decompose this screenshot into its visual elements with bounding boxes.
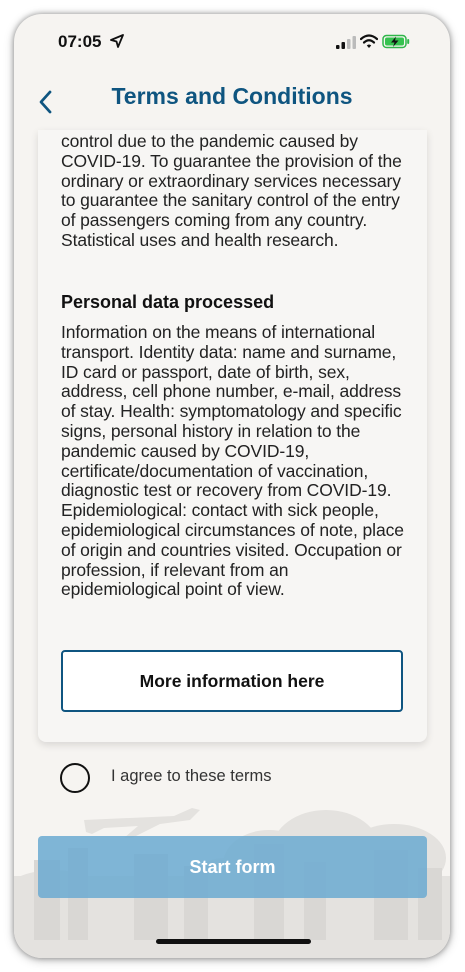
purpose-paragraph: control due to the pandemic caused by CO… <box>61 131 402 250</box>
terms-content-card[interactable]: control due to the pandemic caused by CO… <box>38 130 427 742</box>
personal-data-paragraph: Information on the means of internationa… <box>61 322 404 600</box>
more-information-button[interactable]: More information here <box>61 650 403 712</box>
start-form-button[interactable]: Start form <box>38 836 427 898</box>
agree-radio-button[interactable] <box>60 763 90 793</box>
status-bar: 07:05 <box>14 14 450 70</box>
battery-charging-icon <box>382 34 410 49</box>
personal-data-heading: Personal data processed <box>61 292 275 312</box>
page-title: Terms and Conditions <box>111 83 353 109</box>
signal-icon <box>336 36 356 49</box>
agree-terms-row[interactable]: I agree to these terms <box>60 763 360 793</box>
location-arrow-icon <box>110 34 124 48</box>
status-time: 07:05 <box>58 32 102 51</box>
header: Terms and Conditions <box>14 74 450 130</box>
home-indicator[interactable] <box>156 939 311 944</box>
phone-screen: 07:05 Terms and Conditions control due t… <box>14 14 450 958</box>
agree-terms-label[interactable]: I agree to these terms <box>111 767 272 786</box>
wifi-icon <box>360 34 378 48</box>
